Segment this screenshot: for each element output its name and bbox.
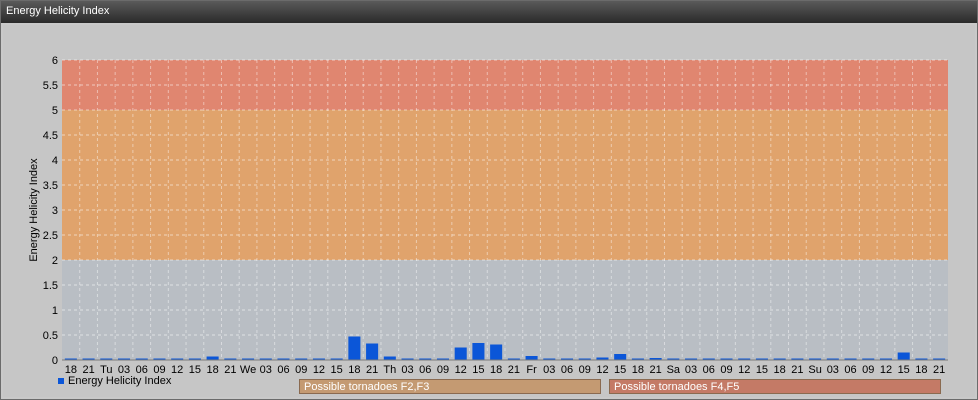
- y-tick-label: 0: [52, 355, 58, 367]
- risk-label-f4-f5: Possible tornadoes F4,F5: [609, 379, 941, 394]
- x-tick-label: 03: [260, 364, 272, 376]
- bar-47: [897, 352, 910, 360]
- y-tick-label: 2: [52, 255, 58, 267]
- bar-24: [490, 344, 503, 360]
- x-tick-label: 15: [756, 364, 768, 376]
- risk-label-f2-f3: Possible tornadoes F2,F3: [299, 379, 601, 394]
- y-tick-label: 0.5: [43, 330, 58, 342]
- x-tick-label: Su: [808, 364, 821, 376]
- x-tick-label: 15: [331, 364, 343, 376]
- x-tick-label: 09: [295, 364, 307, 376]
- x-tick-label: 06: [277, 364, 289, 376]
- x-tick-label: 12: [313, 364, 325, 376]
- bar-22: [454, 347, 467, 360]
- x-tick-label: 03: [685, 364, 697, 376]
- x-tick-label: 06: [561, 364, 573, 376]
- y-tick-label: 4: [52, 155, 58, 167]
- x-tick-label: 12: [738, 364, 750, 376]
- y-tick-label: 4.5: [43, 130, 58, 142]
- y-tick-label: 1.5: [43, 280, 58, 292]
- x-tick-label: 21: [366, 364, 378, 376]
- x-tick-label: 21: [933, 364, 945, 376]
- x-tick-label: 18: [774, 364, 786, 376]
- x-tick-label: Th: [383, 364, 396, 376]
- y-tick-label: 6: [52, 55, 58, 67]
- legend[interactable]: Energy Helicity Index: [58, 375, 171, 387]
- risk-label-f2-f3-text: Possible tornadoes F2,F3: [304, 381, 430, 393]
- bar-8: [206, 356, 219, 360]
- x-tick-label: 03: [401, 364, 413, 376]
- x-tick-label: 15: [472, 364, 484, 376]
- y-tick-label: 3: [52, 205, 58, 217]
- y-tick-label: 2.5: [43, 230, 58, 242]
- y-tick-label: 1: [52, 305, 58, 317]
- x-tick-label: Fr: [526, 364, 537, 376]
- bar-16: [348, 336, 361, 360]
- legend-label: Energy Helicity Index: [68, 375, 172, 387]
- x-tick-label: 21: [224, 364, 236, 376]
- risk-label-f4-f5-text: Possible tornadoes F4,F5: [614, 381, 740, 393]
- plot-svg: 00.511.522.533.544.555.5618 21 Tu 03 06 09 12 1…: [28, 55, 948, 376]
- x-tick-label: Sa: [667, 364, 681, 376]
- y-tick-label: 5.5: [43, 80, 58, 92]
- x-tick-label: 21: [649, 364, 661, 376]
- y-tick-label: 5: [52, 105, 58, 117]
- x-tick-label: We: [240, 364, 256, 376]
- y-tick-label: 3.5: [43, 180, 58, 192]
- x-tick-label: 06: [703, 364, 715, 376]
- bar-18: [383, 356, 396, 360]
- x-tick-label: 21: [791, 364, 803, 376]
- x-tick-label: 03: [827, 364, 839, 376]
- x-tick-label: 06: [419, 364, 431, 376]
- x-tick-label: 18: [348, 364, 360, 376]
- y-axis-label: Energy Helicity Index: [28, 158, 40, 262]
- x-tick-label: 09: [720, 364, 732, 376]
- x-tick-label: 18: [490, 364, 502, 376]
- x-tick-label: 09: [862, 364, 874, 376]
- x-tick-label: 12: [455, 364, 467, 376]
- x-tick-label: 12: [171, 364, 183, 376]
- x-tick-label: 03: [543, 364, 555, 376]
- x-tick-label: 15: [614, 364, 626, 376]
- x-tick-label: 12: [880, 364, 892, 376]
- x-tick-label: 18: [915, 364, 927, 376]
- x-tick-label: 09: [437, 364, 449, 376]
- bar-23: [472, 343, 485, 360]
- x-tick-label: 18: [632, 364, 644, 376]
- x-tick-label: 09: [579, 364, 591, 376]
- x-tick-label: 18: [206, 364, 218, 376]
- legend-swatch: [58, 378, 64, 385]
- x-tick-label: 15: [189, 364, 201, 376]
- bar-17: [366, 343, 379, 360]
- x-tick-label: 21: [508, 364, 520, 376]
- bar-31: [614, 354, 627, 360]
- bar-26: [525, 356, 538, 360]
- x-tick-label: 15: [898, 364, 910, 376]
- x-tick-label: 12: [596, 364, 608, 376]
- x-tick-label: 06: [844, 364, 856, 376]
